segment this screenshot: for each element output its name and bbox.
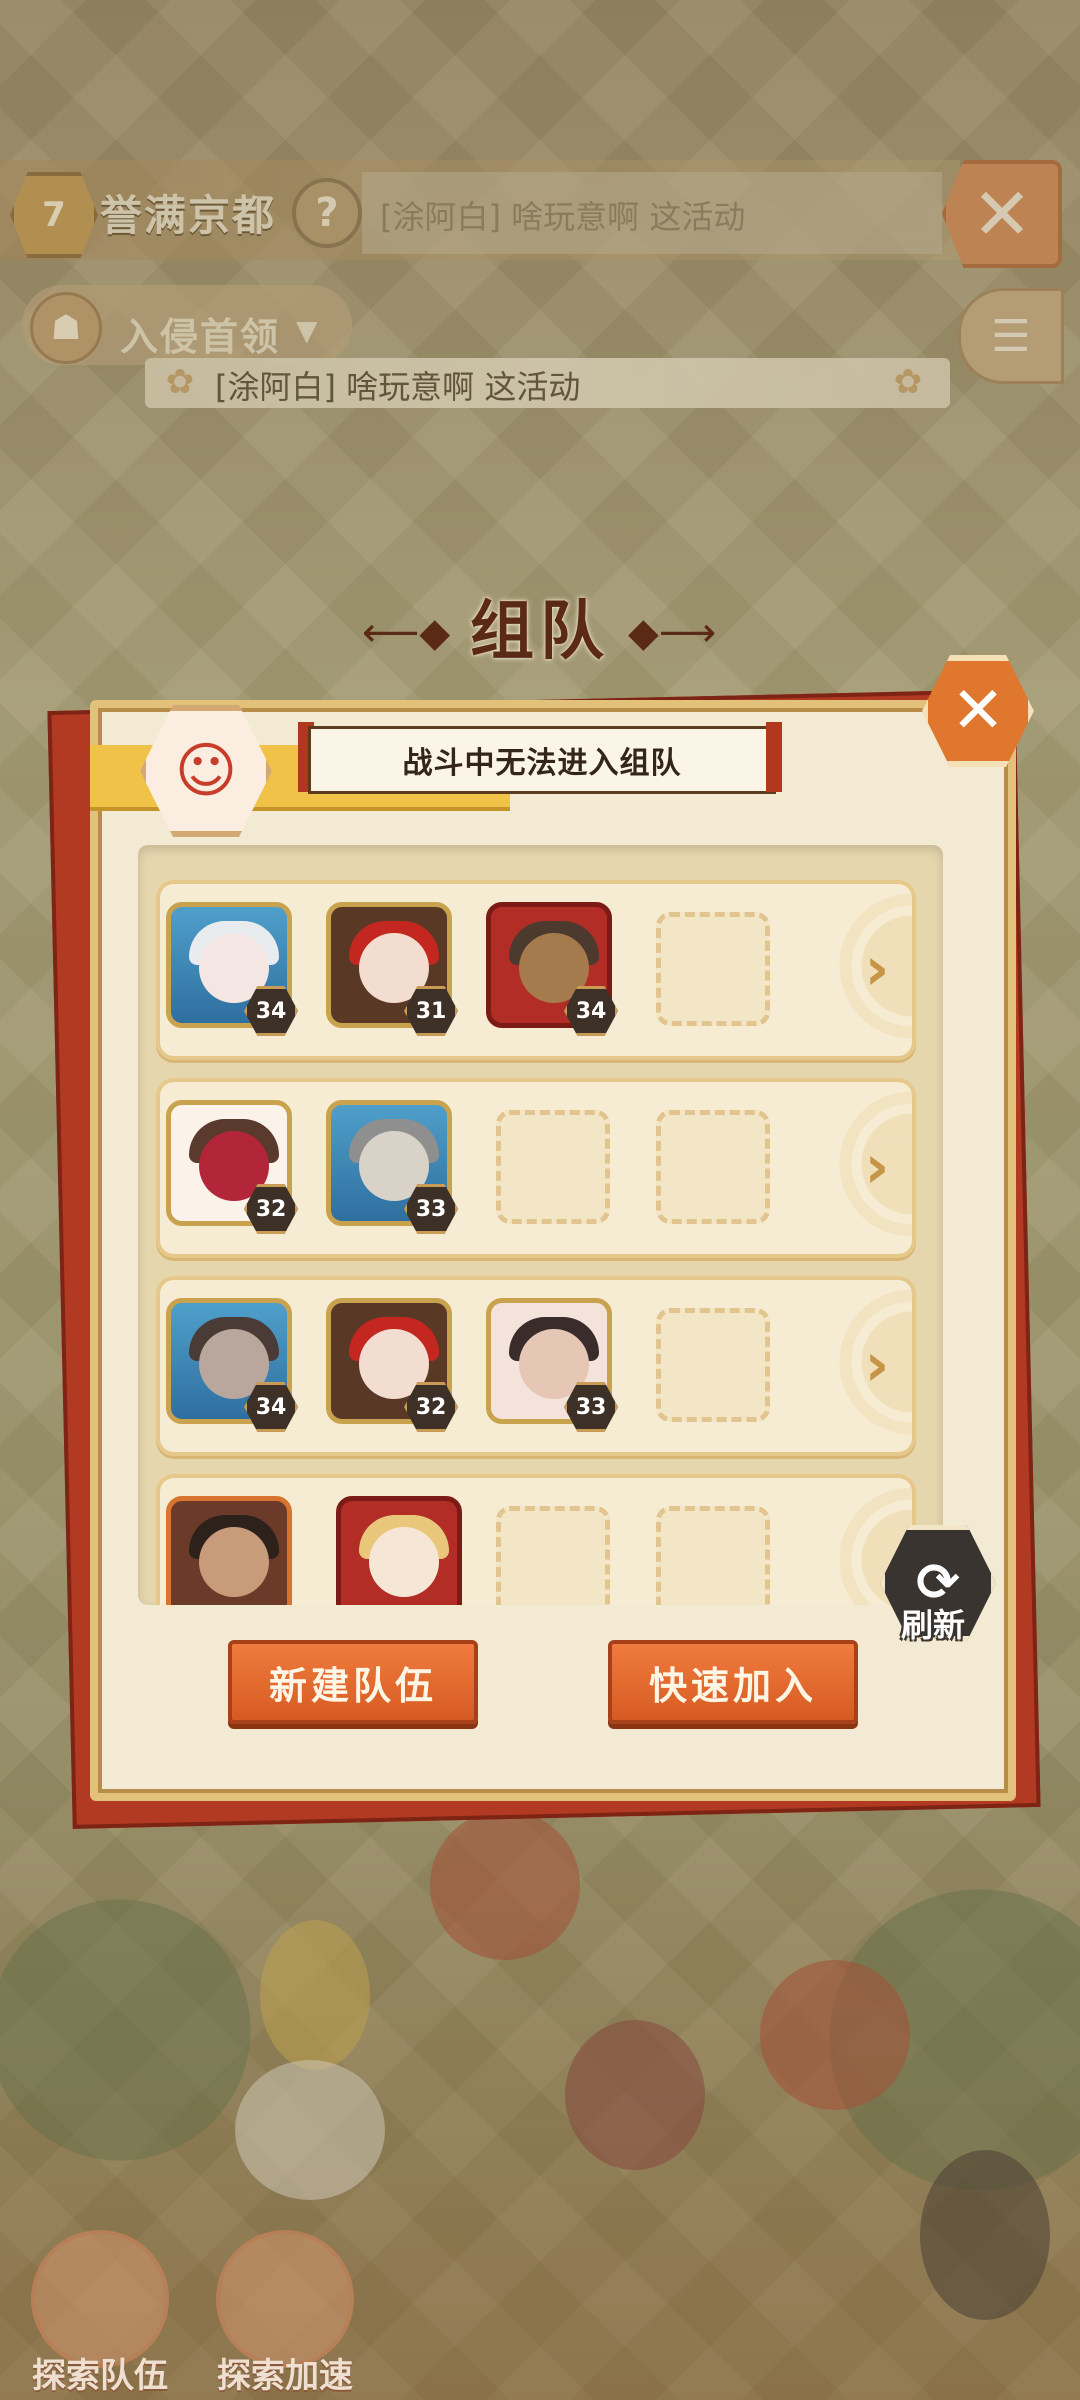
explore-speed-label: 探索加速 bbox=[217, 2356, 353, 2396]
team-list[interactable]: 34 31 34 › 32 33 › 34 32 33 › bbox=[138, 845, 943, 1605]
chevron-right-icon[interactable]: › bbox=[850, 1330, 904, 1400]
team-member-portrait: 32 bbox=[166, 1100, 298, 1234]
empty-member-slot bbox=[656, 1110, 770, 1224]
dialog-title: 组队 bbox=[470, 595, 610, 669]
quick-join-button[interactable]: 快速加入 bbox=[608, 1640, 858, 1724]
team-member-portrait: 33 bbox=[326, 1100, 458, 1234]
team-member-portrait: 32 bbox=[326, 1298, 458, 1432]
team-member-portrait: 34 bbox=[166, 1298, 298, 1432]
empty-member-slot bbox=[656, 1308, 770, 1422]
empty-member-slot bbox=[496, 1110, 610, 1224]
warning-cap-right bbox=[766, 722, 782, 792]
empty-member-slot bbox=[656, 912, 770, 1026]
team-member-portrait bbox=[336, 1496, 462, 1605]
team-member-portrait bbox=[166, 1496, 292, 1605]
team-row[interactable] bbox=[156, 1474, 916, 1605]
team-member-portrait: 34 bbox=[166, 902, 298, 1036]
team-member-portrait: 33 bbox=[486, 1298, 618, 1432]
team-member-portrait: 34 bbox=[486, 902, 618, 1036]
explore-team-label: 探索队伍 bbox=[32, 2356, 168, 2396]
team-row[interactable]: 32 33 › bbox=[156, 1078, 916, 1258]
title-right-ornament: ◆⟶ bbox=[628, 610, 717, 656]
explore-team-button[interactable]: 探索队伍 bbox=[20, 2230, 180, 2396]
empty-member-slot bbox=[496, 1506, 610, 1605]
battle-warning-toast: 战斗中无法进入组队 bbox=[308, 726, 776, 794]
chevron-right-icon[interactable]: › bbox=[850, 1132, 904, 1202]
empty-member-slot bbox=[656, 1506, 770, 1605]
team-row[interactable]: 34 32 33 › bbox=[156, 1276, 916, 1456]
team-row[interactable]: 34 31 34 › bbox=[156, 880, 916, 1060]
explore-speed-button[interactable]: 探索加速 bbox=[205, 2230, 365, 2396]
chevron-right-icon[interactable]: › bbox=[850, 934, 904, 1004]
new-team-button[interactable]: 新建队伍 bbox=[228, 1640, 478, 1724]
team-member-portrait: 31 bbox=[326, 902, 458, 1036]
refresh-label[interactable]: 刷新 bbox=[888, 1600, 978, 1646]
